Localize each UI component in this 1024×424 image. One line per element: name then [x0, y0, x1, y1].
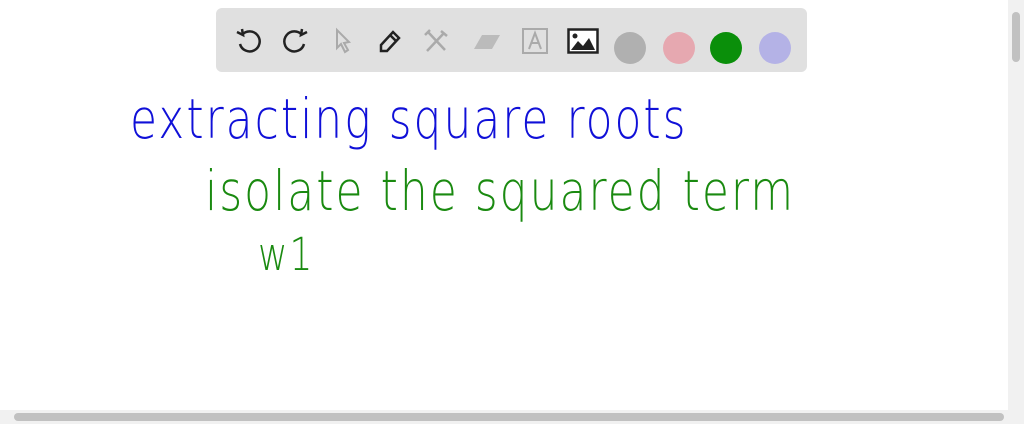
image-icon[interactable] — [566, 24, 600, 58]
redo-icon[interactable] — [278, 24, 312, 58]
drawing-toolbar — [216, 8, 807, 72]
handwritten-line-2: isolate the squared term — [205, 160, 796, 224]
color-gray-swatch[interactable] — [614, 32, 646, 64]
color-lavender-swatch[interactable] — [759, 32, 791, 64]
pen-icon[interactable] — [373, 24, 407, 58]
handwritten-line-3: w1 — [258, 230, 315, 282]
pointer-icon[interactable] — [326, 24, 360, 58]
horizontal-scrollbar[interactable] — [0, 410, 1024, 424]
handwritten-line-1: extracting square roots — [130, 88, 688, 152]
vertical-scrollbar[interactable] — [1008, 0, 1024, 410]
tools-icon[interactable] — [419, 24, 453, 58]
horizontal-scroll-thumb[interactable] — [14, 413, 1004, 421]
vertical-scroll-thumb[interactable] — [1012, 12, 1020, 62]
undo-icon[interactable] — [232, 24, 266, 58]
eraser-icon[interactable] — [470, 24, 504, 58]
text-icon[interactable] — [518, 24, 552, 58]
color-pink-swatch[interactable] — [663, 32, 695, 64]
color-green-swatch[interactable] — [710, 32, 742, 64]
